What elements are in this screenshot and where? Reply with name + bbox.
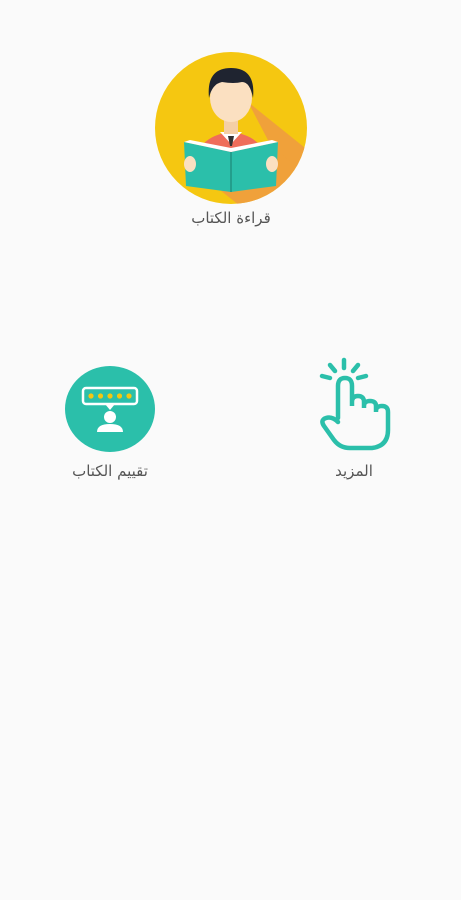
- read-book-label: قراءة الكتاب: [191, 209, 271, 227]
- read-book-button[interactable]: قراءة الكتاب: [150, 52, 312, 227]
- rate-book-label: تقييم الكتاب: [72, 462, 148, 480]
- tap-hand-icon: [319, 357, 391, 451]
- rating-review-icon: [65, 366, 155, 452]
- more-label: المزيد: [335, 462, 373, 480]
- reading-boy-icon: [155, 52, 307, 204]
- rate-book-button[interactable]: تقييم الكتاب: [40, 366, 180, 480]
- more-button[interactable]: المزيد: [300, 356, 408, 480]
